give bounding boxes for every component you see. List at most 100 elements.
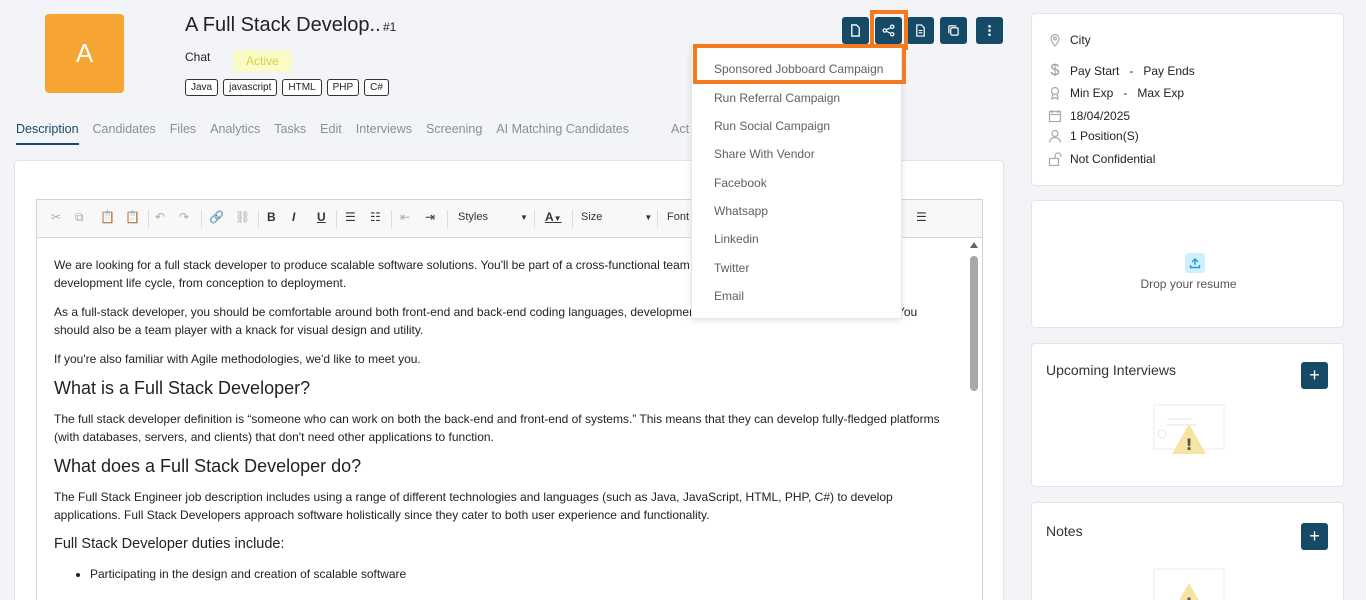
font-color-button[interactable]: A▼ [545, 210, 562, 224]
skill-tags: Java javascript HTML PHP C# [185, 79, 389, 96]
menu-item-linkedin[interactable]: Linkedin [714, 232, 759, 246]
pay-row: $ Pay Start - Pay Ends [1048, 62, 1195, 80]
tab-description[interactable]: Description [16, 122, 79, 145]
skill-tag: PHP [326, 79, 360, 96]
list-item: Participating in the design and creation… [90, 565, 954, 583]
menu-item-whatsapp[interactable]: Whatsapp [714, 204, 768, 218]
font-dropdown[interactable]: Font [667, 211, 689, 223]
link-icon[interactable]: 🔗 [209, 210, 224, 224]
numbered-list-icon[interactable]: ☷ [370, 210, 381, 224]
tab-files[interactable]: Files [170, 122, 196, 145]
toolbar-divider [572, 210, 573, 228]
min-exp-value: Min Exp [1070, 86, 1114, 100]
user-icon [1048, 129, 1062, 143]
italic-button[interactable]: I [292, 210, 295, 224]
date-row: 18/04/2025 [1048, 109, 1130, 123]
badge-icon [1050, 86, 1060, 100]
notes-card: Notes + ! [1031, 502, 1344, 600]
add-interview-button[interactable]: + [1301, 362, 1328, 389]
unlink-icon[interactable]: ⛓ [235, 210, 250, 224]
tab-interviews[interactable]: Interviews [356, 122, 412, 145]
document-button[interactable] [842, 17, 869, 44]
bold-button[interactable]: B [267, 210, 276, 224]
job-details-card: City $ Pay Start - Pay Ends Min Exp - Ma… [1031, 13, 1344, 186]
upload-icon [1185, 253, 1205, 273]
outdent-icon[interactable]: ⇤ [400, 210, 410, 224]
tab-ai-matching[interactable]: AI Matching Candidates [496, 122, 629, 145]
toolbar-divider [201, 210, 202, 228]
more-options-button[interactable] [976, 17, 1003, 44]
date-value: 18/04/2025 [1070, 109, 1131, 123]
paste-icon[interactable]: 📋 [100, 210, 115, 224]
positions-row: 1 Position(S) [1048, 129, 1139, 143]
font-color-label: A [545, 210, 554, 224]
editor-scrollbar[interactable] [968, 240, 980, 600]
tab-candidates[interactable]: Candidates [93, 122, 156, 145]
upcoming-interviews-card: Upcoming Interviews + ! [1031, 343, 1344, 487]
unlock-icon [1048, 152, 1062, 166]
job-title: A Full Stack Develop.. [185, 14, 381, 36]
svg-text:!: ! [1185, 435, 1192, 454]
justify-icon[interactable]: ☰ [916, 210, 927, 224]
paragraph: The full stack developer definition is “… [54, 412, 940, 444]
scroll-up-arrow-icon[interactable] [970, 242, 978, 248]
tab-tasks[interactable]: Tasks [274, 122, 306, 145]
undo-icon[interactable]: ↶ [155, 210, 165, 224]
report-button[interactable] [907, 17, 934, 44]
job-tabs: Description Candidates Files Analytics T… [16, 122, 643, 145]
menu-item-referral-campaign[interactable]: Run Referral Campaign [714, 91, 840, 105]
menu-item-highlight [693, 44, 906, 84]
skill-tag: javascript [223, 79, 278, 96]
menu-item-share-vendor[interactable]: Share With Vendor [714, 147, 815, 161]
chevron-down-icon: ▼ [644, 213, 653, 222]
bullet-list-icon[interactable]: ☰ [345, 210, 356, 224]
paste-text-icon[interactable]: 📋 [125, 210, 140, 224]
paragraph: The Full Stack Engineer job description … [54, 490, 893, 522]
tab-edit[interactable]: Edit [320, 122, 342, 145]
indent-icon[interactable]: ⇥ [425, 210, 435, 224]
svg-text:!: ! [1185, 594, 1192, 600]
location-pin-icon [1050, 33, 1060, 47]
dollar-icon: $ [1050, 62, 1060, 79]
size-label: Size [581, 211, 603, 223]
add-note-button[interactable]: + [1301, 523, 1328, 550]
paragraph: If you're also familiar with Agile metho… [54, 352, 421, 366]
menu-item-twitter[interactable]: Twitter [714, 261, 749, 275]
resume-dropzone[interactable]: Drop your resume [1031, 200, 1344, 328]
document-icon [851, 24, 860, 37]
toolbar-divider [657, 210, 658, 228]
scroll-thumb[interactable] [970, 256, 978, 391]
menu-item-social-campaign[interactable]: Run Social Campaign [714, 119, 830, 133]
size-dropdown[interactable]: Size ▼ [581, 211, 652, 223]
tab-analytics[interactable]: Analytics [210, 122, 260, 145]
status-badge[interactable]: Active [233, 50, 292, 72]
cut-icon[interactable]: ✂ [51, 210, 61, 224]
redo-icon[interactable]: ↷ [179, 210, 189, 224]
pay-start-value: Pay Start [1070, 64, 1120, 78]
skill-tag: Java [185, 79, 219, 96]
styles-label: Styles [458, 211, 488, 223]
share-menu: Sponsored Jobboard Campaign Run Referral… [691, 46, 902, 319]
menu-item-facebook[interactable]: Facebook [714, 176, 767, 190]
empty-state-illustration-icon: ! [1153, 568, 1225, 600]
notes-title: Notes [1046, 523, 1083, 539]
report-icon [916, 24, 925, 37]
avatar-letter: A [75, 38, 94, 68]
copy-text-icon[interactable]: ⧉ [75, 210, 84, 225]
copy-button[interactable] [940, 17, 967, 44]
pay-end-value: Pay Ends [1143, 64, 1195, 78]
styles-dropdown[interactable]: Styles ▼ [458, 211, 528, 223]
menu-item-email[interactable]: Email [714, 289, 744, 303]
tab-activity-partial[interactable]: Act [671, 122, 689, 136]
chevron-down-icon: ▼ [519, 213, 528, 222]
job-id: #1 [383, 20, 397, 34]
positions-value: 1 Position(S) [1070, 129, 1139, 143]
chevron-down-icon: ▼ [553, 214, 562, 223]
tab-screening[interactable]: Screening [426, 122, 482, 145]
upcoming-interviews-title: Upcoming Interviews [1046, 362, 1176, 378]
underline-button[interactable]: U [317, 210, 326, 224]
section-heading: What is a Full Stack Developer? [54, 378, 311, 398]
toolbar-divider [391, 210, 392, 228]
empty-state-illustration-icon: ! [1153, 404, 1225, 454]
chat-link[interactable]: Chat [185, 50, 210, 64]
